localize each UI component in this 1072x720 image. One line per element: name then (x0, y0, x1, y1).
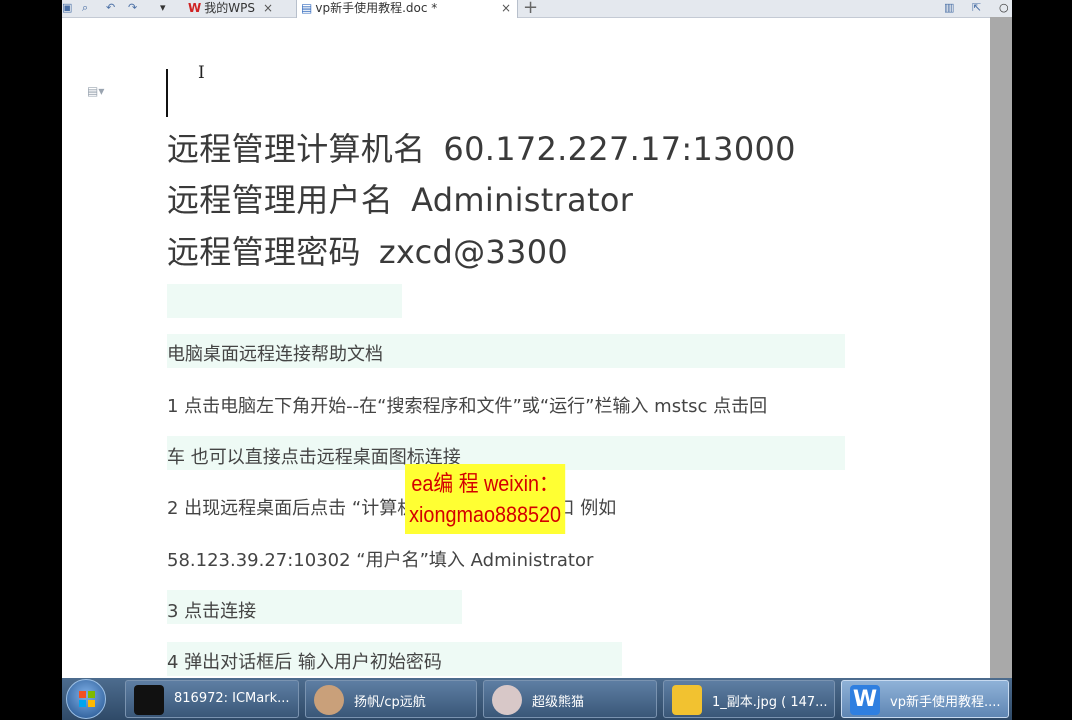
taskbar-item-chat[interactable]: 扬帆/cp远航 (305, 680, 477, 718)
taskbar: 816972: ICMark... 扬帆/cp远航 超级熊猫 1_副本.jpg … (62, 678, 1012, 720)
wps-cloud-icon[interactable]: ▥ (944, 1, 954, 15)
share-icon[interactable]: ⇱ (972, 1, 981, 15)
credential-user-name[interactable]: 远程管理用户名 Administrator (167, 175, 633, 221)
undo-icon[interactable]: ↶ (106, 1, 115, 15)
close-icon[interactable]: × (263, 0, 273, 17)
doc-heading[interactable]: 电脑桌面远程连接帮助文档 (167, 340, 383, 366)
taskbar-item-panda[interactable]: 超级熊猫 (483, 680, 657, 718)
taskbar-item-image-viewer[interactable]: 1_副本.jpg ( 147... (663, 680, 835, 718)
wps-writer-icon: W (850, 685, 880, 715)
wps-window: ▣ ⌕ ↶ ↷ ▾ W 我的WPS × ▤ vp新手使用教程.doc * × + ▥ ⇱… (62, 0, 1012, 678)
taskbar-item-icmarkets[interactable]: 816972: ICMark... (125, 680, 299, 718)
image-viewer-icon (672, 685, 702, 715)
ibeam-cursor-icon: I (198, 63, 205, 83)
doc-paragraph[interactable]: 3 点击连接 (167, 597, 256, 623)
paragraph-layout-icon[interactable]: ▤▾ (87, 84, 104, 98)
chart-app-icon (134, 685, 164, 715)
start-button[interactable] (66, 679, 106, 719)
new-tab-button[interactable]: + (523, 0, 538, 18)
contact-watermark: ea编 程 weixin： xiongmao888520 (405, 464, 566, 534)
chevron-down-icon[interactable]: ▾ (160, 1, 166, 15)
doc-paragraph[interactable]: 4 弹出对话框后 输入用户初始密码 (167, 648, 442, 674)
taskbar-item-wps-writer[interactable]: W vp新手使用教程.... (841, 680, 1009, 718)
text-highlight (167, 284, 402, 318)
avatar-icon (314, 685, 344, 715)
doc-paragraph[interactable]: 58.123.39.27:10302 “用户名”填入 Administrator (167, 546, 593, 572)
credential-password[interactable]: 远程管理密码 zxcd@3300 (167, 227, 568, 273)
panda-icon (492, 685, 522, 715)
search-icon[interactable]: ○ (999, 1, 1009, 15)
tab-my-wps[interactable]: W 我的WPS × (188, 0, 294, 17)
close-icon[interactable]: × (501, 0, 511, 17)
tab-document[interactable]: ▤ vp新手使用教程.doc * × (296, 0, 518, 18)
print-preview-icon[interactable]: ⌕ (82, 1, 88, 15)
redo-icon[interactable]: ↷ (128, 1, 137, 15)
vertical-scrollbar[interactable] (990, 17, 1012, 678)
credential-computer-name[interactable]: 远程管理计算机名 60.172.227.17:13000 (167, 124, 796, 170)
text-cursor (166, 69, 168, 117)
doc-paragraph[interactable]: 1 点击电脑左下角开始--在“搜索程序和文件”或“运行”栏输入 mstsc 点击… (167, 392, 767, 418)
tab-strip: ▣ ⌕ ↶ ↷ ▾ W 我的WPS × ▤ vp新手使用教程.doc * × + ▥ ⇱… (62, 0, 1012, 18)
windows-logo-icon (79, 691, 95, 707)
save-icon[interactable]: ▣ (62, 1, 72, 15)
wps-logo-icon: W (188, 1, 202, 15)
document-icon: ▤ (301, 1, 313, 15)
